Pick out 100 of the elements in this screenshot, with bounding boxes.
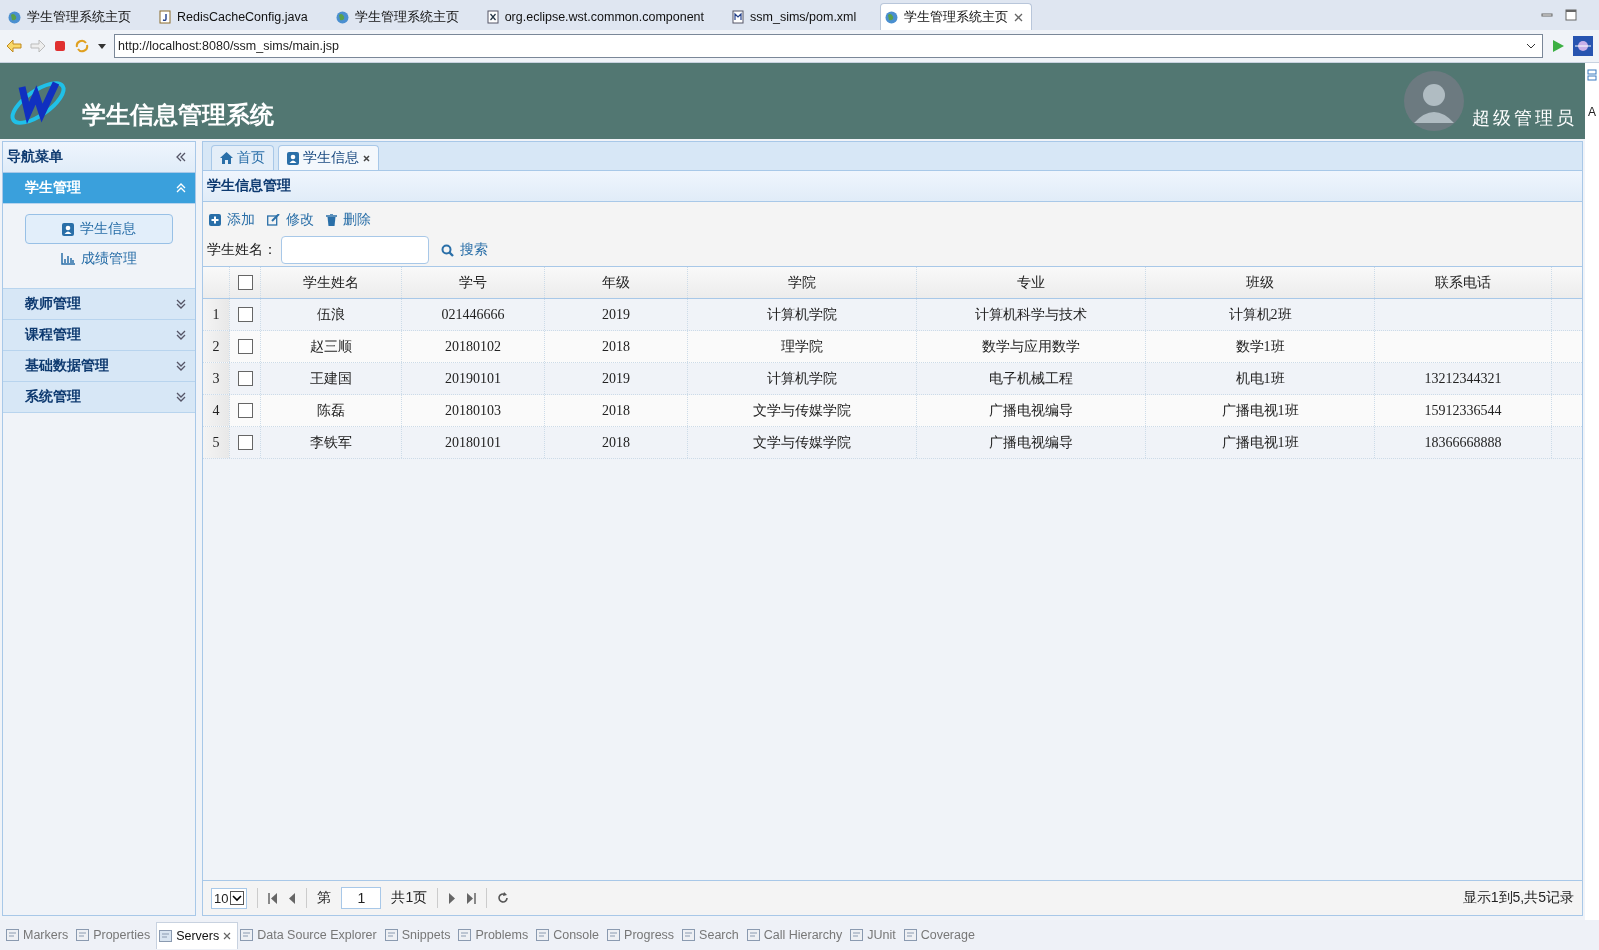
globe-icon	[8, 10, 21, 24]
table-cell: 20180101	[402, 427, 545, 458]
page-number-field[interactable]: 1	[341, 887, 382, 909]
url-field[interactable]: http://localhost:8080/ssm_sims/main.jsp	[114, 34, 1543, 58]
nav-group[interactable]: 基础数据管理	[3, 351, 195, 382]
view-tab[interactable]: Progress	[605, 922, 681, 948]
column-header[interactable]: 学号	[402, 267, 545, 298]
avatar-icon	[1404, 71, 1464, 131]
table-cell: 021446666	[402, 299, 545, 330]
view-tab[interactable]: Call Hierarchy	[744, 922, 849, 948]
tab-label: 学生管理系统主页	[904, 8, 1009, 26]
column-header[interactable]: 学生姓名	[261, 267, 402, 298]
table-cell: 20190101	[402, 363, 545, 394]
view-tab[interactable]: Search	[680, 922, 745, 948]
editor-tab[interactable]: org.eclipse.wst.common.component	[482, 4, 719, 30]
nav-group[interactable]: 系统管理	[3, 382, 195, 413]
editor-tab[interactable]: RedisCacheConfig.java	[155, 4, 322, 30]
row-checkbox[interactable]	[237, 339, 253, 354]
nav-item[interactable]: 成绩管理	[25, 244, 173, 274]
dropdown-caret-icon[interactable]	[98, 43, 106, 49]
browser-logo-icon[interactable]	[1573, 36, 1593, 56]
chevron-down-icon	[175, 330, 187, 340]
close-icon[interactable]	[1014, 12, 1024, 22]
view-tab[interactable]: Problems	[456, 922, 535, 948]
page-size-select[interactable]: 10	[211, 887, 248, 909]
first-page-icon[interactable]	[268, 892, 279, 904]
nav-group[interactable]: 课程管理	[3, 320, 195, 351]
content-tab[interactable]: 学生信息	[278, 145, 379, 170]
table-cell: 20180103	[402, 395, 545, 426]
dropdown-caret-icon[interactable]	[230, 891, 245, 905]
nav-group[interactable]: 教师管理	[3, 289, 195, 320]
view-icon	[76, 929, 90, 941]
stop-icon[interactable]	[54, 40, 66, 52]
view-tab[interactable]: Data Source Explorer	[238, 922, 383, 948]
back-arrow-icon[interactable]	[6, 39, 22, 53]
row-checkbox[interactable]	[237, 435, 253, 450]
table-cell: 赵三顺	[261, 331, 402, 362]
row-checkbox[interactable]	[237, 371, 253, 386]
view-tab[interactable]: Servers	[156, 921, 239, 949]
editor-tab[interactable]: ssm_sims/pom.xml	[728, 4, 871, 30]
toolbar-button[interactable]: 添加	[207, 209, 261, 231]
user-role: 超级管理员	[1472, 106, 1577, 130]
column-header[interactable]: 联系电话	[1375, 267, 1552, 298]
column-header[interactable]: 学院	[688, 267, 917, 298]
page-total: 共1页	[391, 889, 428, 907]
contact-card-icon	[62, 222, 74, 236]
view-icon	[682, 929, 696, 941]
name-search-field[interactable]	[281, 236, 429, 264]
trash-icon	[326, 214, 337, 226]
select-all-checkbox[interactable]	[237, 275, 253, 290]
search-icon	[441, 243, 454, 257]
editor-tab[interactable]: 学生管理系统主页	[4, 4, 145, 30]
table-cell: 2019	[545, 363, 688, 394]
maximize-icon[interactable]	[1565, 9, 1577, 21]
view-tab[interactable]: Coverage	[901, 922, 981, 948]
table-cell: 数学1班	[1146, 331, 1375, 362]
next-page-icon[interactable]	[448, 892, 457, 904]
view-icon	[746, 929, 760, 941]
table-cell: 文学与传媒学院	[688, 427, 917, 458]
column-header[interactable]: 年级	[545, 267, 688, 298]
view-icon	[159, 929, 173, 942]
side-letter: A	[1588, 105, 1596, 119]
perspective-icon[interactable]	[1587, 69, 1597, 81]
row-number: 1	[203, 299, 230, 330]
view-tab[interactable]: Snippets	[382, 922, 457, 948]
toolbar-button[interactable]: 修改	[265, 209, 320, 231]
column-header[interactable]: 专业	[917, 267, 1146, 298]
table-cell: 广播电视1班	[1146, 427, 1375, 458]
editor-tab[interactable]: 学生管理系统主页	[331, 4, 473, 30]
content-tab[interactable]: 首页	[211, 145, 274, 170]
column-header[interactable]: 班级	[1146, 267, 1375, 298]
chevron-down-icon	[175, 299, 187, 309]
edit-icon	[267, 214, 280, 226]
editor-tab[interactable]: 学生管理系统主页	[880, 3, 1033, 30]
toolbar-button[interactable]: 删除	[324, 209, 377, 231]
view-tab[interactable]: JUnit	[848, 922, 902, 948]
view-icon	[458, 929, 472, 941]
tab-label: ssm_sims/pom.xml	[750, 10, 857, 24]
reload-icon[interactable]	[497, 892, 510, 904]
home-icon	[220, 152, 233, 164]
previous-page-icon[interactable]	[288, 892, 297, 904]
nav-item[interactable]: 学生信息	[25, 214, 173, 244]
close-icon[interactable]	[363, 154, 370, 162]
row-checkbox[interactable]	[237, 307, 253, 322]
row-number: 5	[203, 427, 230, 458]
row-checkbox[interactable]	[237, 403, 253, 418]
close-icon[interactable]	[223, 931, 232, 940]
view-icon	[384, 929, 398, 941]
dropdown-caret-icon[interactable]	[1526, 43, 1536, 49]
table-cell: 数学与应用数学	[917, 331, 1146, 362]
record-summary: 显示1到5,共5记录	[1462, 889, 1574, 907]
table-cell: 广播电视编导	[917, 395, 1146, 426]
chevron-down-icon	[175, 361, 187, 371]
view-tab[interactable]: Properties	[74, 922, 157, 948]
collapse-icon[interactable]	[175, 152, 187, 162]
search-button[interactable]: 搜索	[439, 239, 494, 261]
last-page-icon[interactable]	[466, 892, 477, 904]
view-tab[interactable]: Console	[534, 922, 606, 948]
view-tab[interactable]: Markers	[4, 922, 75, 948]
globe-icon	[335, 10, 349, 24]
